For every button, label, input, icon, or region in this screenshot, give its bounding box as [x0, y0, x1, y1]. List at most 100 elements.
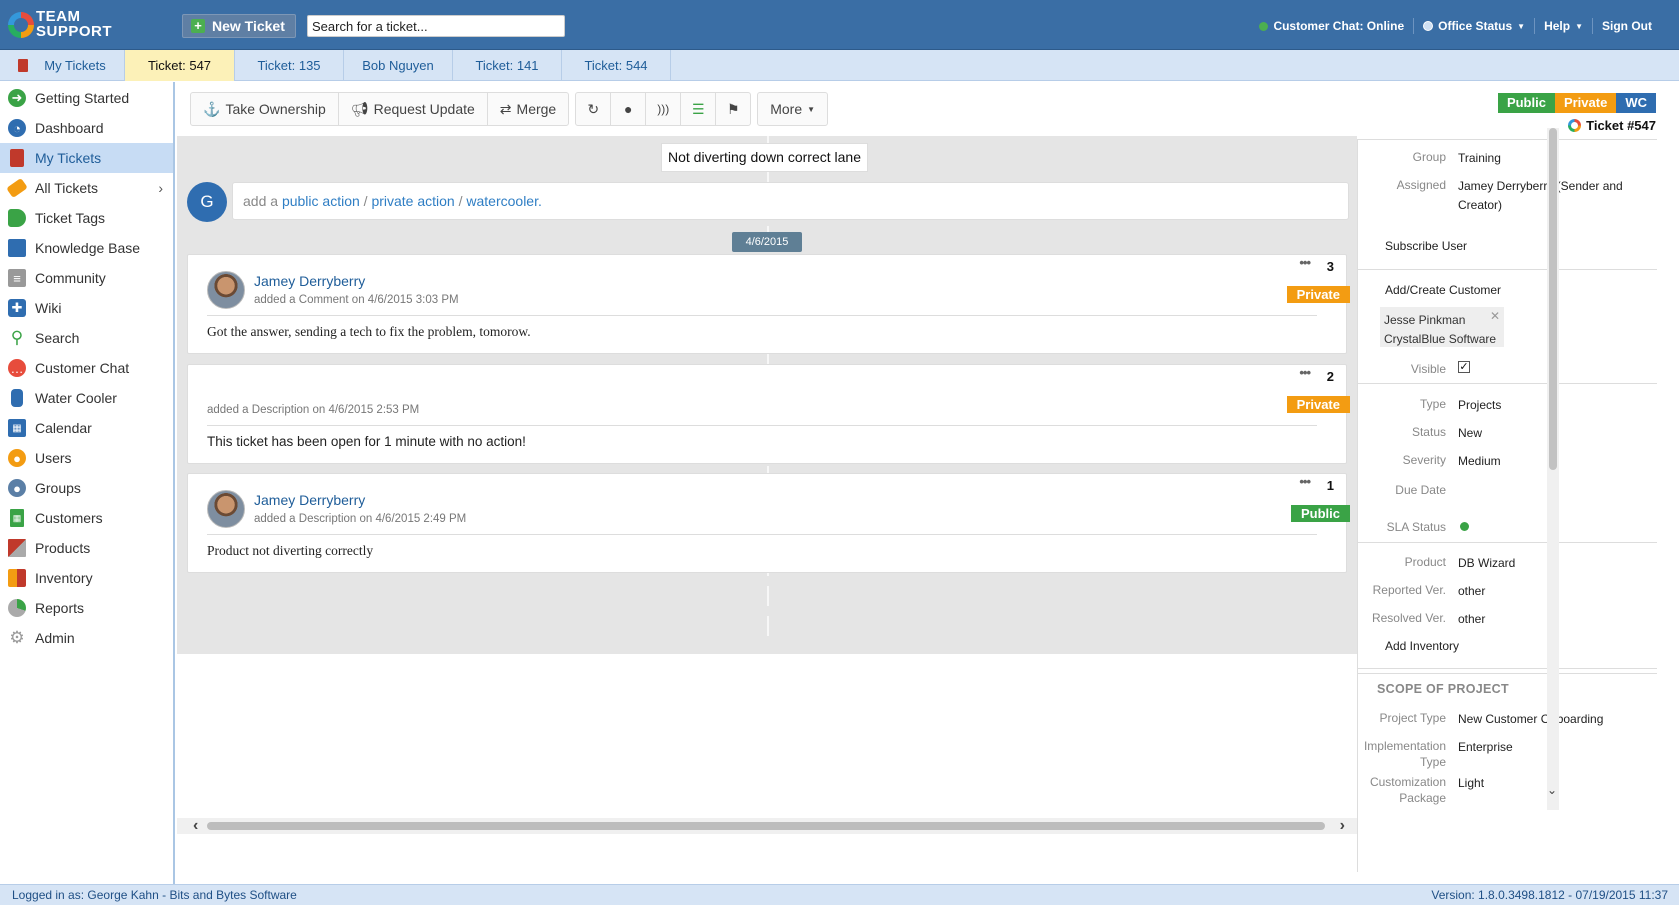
ticket-subject[interactable]: Not diverting down correct lane: [661, 143, 868, 172]
horizontal-scrollbar[interactable]: ‹ ›: [177, 817, 1357, 835]
ticket-properties-panel: Public Private WC Ticket #547 Group Train…: [1357, 82, 1679, 872]
wc-toggle[interactable]: WC: [1616, 93, 1656, 113]
tab-ticket-547[interactable]: Ticket: 547: [125, 50, 235, 81]
more-dots-icon[interactable]: •••: [1299, 474, 1311, 489]
sidebar-item-getting-started[interactable]: ➜ Getting Started: [0, 83, 173, 113]
status-bar: Logged in as: George Kahn - Bits and Byt…: [0, 884, 1679, 905]
properties-scrollbar[interactable]: ⌄: [1547, 128, 1559, 810]
sidebar-item-admin[interactable]: ⚙ Admin: [0, 623, 173, 653]
action-meta: added a Description on 4/6/2015 2:49 PM: [254, 513, 467, 525]
sidebar-item-customers[interactable]: ▦ Customers: [0, 503, 173, 533]
sidebar-item-reports[interactable]: Reports: [0, 593, 173, 623]
merge-button[interactable]: ⇄ Merge: [486, 92, 570, 126]
subscribe-button[interactable]: ))): [645, 92, 682, 126]
private-action-link[interactable]: private action: [371, 193, 454, 209]
ticket-search-input[interactable]: [307, 15, 565, 37]
scroll-right-icon[interactable]: ›: [1340, 817, 1345, 835]
tab-ticket-135[interactable]: Ticket: 135: [235, 50, 344, 81]
customer-company[interactable]: CrystalBlue Software: [1384, 330, 1500, 349]
sidebar-item-products[interactable]: Products: [0, 533, 173, 563]
sidebar-item-community[interactable]: ≡ Community: [0, 263, 173, 293]
anchor-icon: ⚓: [203, 100, 221, 117]
queue-button[interactable]: ☰: [680, 92, 717, 126]
scrollbar-thumb[interactable]: [1549, 128, 1557, 470]
visibility-badge[interactable]: Public: [1290, 505, 1350, 522]
private-toggle[interactable]: Private: [1554, 93, 1617, 113]
tab-label: My Tickets: [44, 58, 106, 73]
office-status-menu[interactable]: Office Status ▼: [1414, 19, 1534, 33]
watercooler-link[interactable]: watercooler.: [466, 193, 541, 209]
ticket-main: ⚓ Take Ownership 📢︎ Request Update ⇄ Merge …: [177, 82, 1357, 872]
sidebar-item-label: Customers: [35, 510, 103, 526]
sidebar-item-water-cooler[interactable]: Water Cooler: [0, 383, 173, 413]
tab-my-tickets[interactable]: My Tickets: [0, 50, 125, 81]
teamsupport-logo[interactable]: TEAM SUPPORT: [8, 9, 138, 43]
add-action-prefix: add a: [243, 193, 279, 209]
sidebar-item-all-tickets[interactable]: All Tickets ›: [0, 173, 173, 203]
exchange-icon: ⇄: [499, 100, 512, 117]
tab-ticket-544[interactable]: Ticket: 544: [562, 50, 671, 81]
divider: [1358, 542, 1657, 543]
water-cooler-icon: [11, 389, 23, 407]
scrollbar-thumb[interactable]: [207, 822, 1325, 830]
sidebar-item-groups[interactable]: ● Groups: [0, 473, 173, 503]
sidebar-item-wiki[interactable]: ✚ Wiki: [0, 293, 173, 323]
action-number: 2: [1326, 369, 1334, 384]
sidebar-nav: ➜ Getting Started ◔ Dashboard My Tickets A…: [0, 82, 175, 884]
request-update-button[interactable]: 📢︎ Request Update: [337, 92, 488, 126]
sidebar-item-ticket-tags[interactable]: Ticket Tags: [0, 203, 173, 233]
sidebar-item-dashboard[interactable]: ◔ Dashboard: [0, 113, 173, 143]
newspaper-icon: ≡: [8, 269, 26, 287]
public-action-link[interactable]: public action: [282, 193, 360, 209]
avatar: [207, 490, 245, 528]
tag-icon: [8, 209, 26, 227]
scroll-left-icon[interactable]: ‹: [193, 817, 198, 835]
group-icon: ●: [8, 479, 26, 497]
sidebar-item-label: Water Cooler: [35, 390, 117, 406]
more-dots-icon[interactable]: •••: [1299, 255, 1311, 270]
sidebar-item-calendar[interactable]: ▦ Calendar: [0, 413, 173, 443]
sign-out-label: Sign Out: [1602, 19, 1652, 33]
more-button[interactable]: More ▼: [757, 92, 829, 126]
visibility-badge[interactable]: Private: [1286, 396, 1350, 413]
add-customer-link[interactable]: Add/Create Customer: [1385, 283, 1501, 297]
customer-chat-status[interactable]: Customer Chat: Online: [1250, 19, 1413, 33]
subscribe-user-link[interactable]: Subscribe User: [1385, 239, 1467, 253]
visible-checkbox[interactable]: ✓: [1458, 361, 1470, 373]
new-ticket-button[interactable]: + New Ticket: [182, 14, 296, 38]
header-menu: Customer Chat: Online Office Status ▼ He…: [1250, 18, 1661, 34]
tab-bar: My Tickets Ticket: 547 Ticket: 135 Bob N…: [0, 50, 1679, 81]
teamsupport-logo-icon: [1568, 119, 1582, 132]
sidebar-item-my-tickets[interactable]: My Tickets: [0, 143, 173, 173]
sidebar-item-label: Inventory: [35, 570, 93, 586]
visibility-badge[interactable]: Private: [1286, 286, 1350, 303]
tab-bob-nguyen[interactable]: Bob Nguyen: [344, 50, 453, 81]
action-author[interactable]: Jamey Derryberry: [254, 273, 365, 289]
take-ownership-button[interactable]: ⚓ Take Ownership: [190, 92, 339, 126]
plus-icon: +: [191, 19, 205, 33]
action-card: ••• 1 Public Jamey Derryberry added a De…: [187, 473, 1350, 573]
public-toggle[interactable]: Public: [1497, 93, 1555, 113]
action-meta: added a Description on 4/6/2015 2:53 PM: [207, 404, 420, 416]
customer-name[interactable]: Jesse Pinkman: [1384, 311, 1500, 330]
customer-chip[interactable]: Jesse Pinkman CrystalBlue Software ✕: [1380, 307, 1504, 347]
record-button[interactable]: ●: [610, 92, 647, 126]
refresh-button[interactable]: ↻: [575, 92, 612, 126]
action-author[interactable]: Jamey Derryberry: [254, 492, 365, 508]
add-inventory-link[interactable]: Add Inventory: [1385, 639, 1459, 653]
sidebar-item-customer-chat[interactable]: … Customer Chat: [0, 353, 173, 383]
sidebar-item-users[interactable]: ● Users: [0, 443, 173, 473]
sidebar-item-search[interactable]: ⚲ Search: [0, 323, 173, 353]
sidebar-item-inventory[interactable]: Inventory: [0, 563, 173, 593]
sign-out-link[interactable]: Sign Out: [1593, 19, 1661, 33]
flag-button[interactable]: ⚑: [715, 92, 752, 126]
logo-line2: SUPPORT: [36, 23, 113, 40]
tab-ticket-141[interactable]: Ticket: 141: [453, 50, 562, 81]
more-dots-icon[interactable]: •••: [1299, 365, 1311, 380]
forklift-icon: [8, 569, 26, 587]
sidebar-item-knowledge-base[interactable]: Knowledge Base: [0, 233, 173, 263]
remove-icon[interactable]: ✕: [1490, 307, 1500, 326]
scroll-down-icon[interactable]: ⌄: [1547, 783, 1557, 797]
help-menu[interactable]: Help ▼: [1535, 19, 1592, 33]
action-body: This ticket has been open for 1 minute w…: [207, 434, 526, 449]
